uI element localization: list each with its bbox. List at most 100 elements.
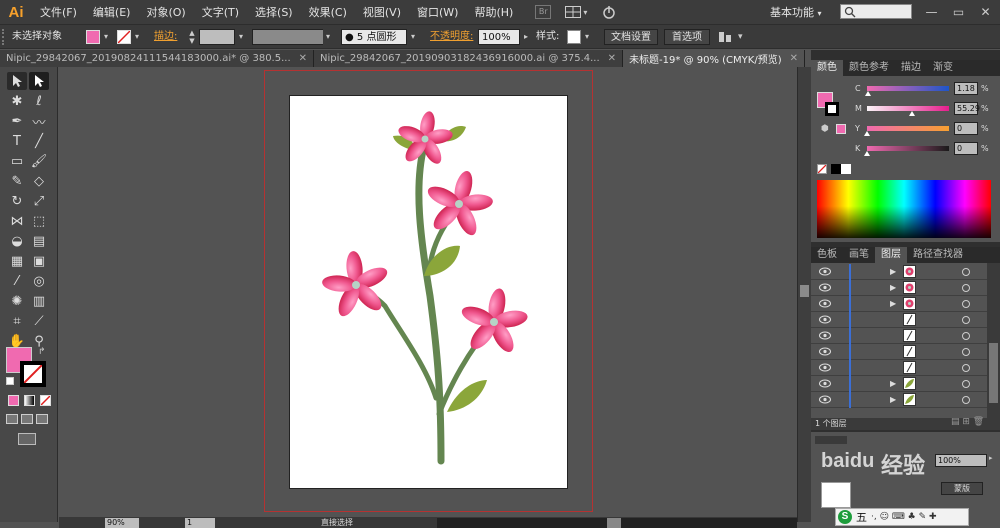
- artboard[interactable]: [289, 95, 568, 489]
- yellow-value[interactable]: 0: [954, 122, 978, 135]
- panel-tab-stub[interactable]: [815, 436, 847, 444]
- opacity-value-field[interactable]: 100%: [935, 454, 987, 467]
- color-spectrum[interactable]: [817, 180, 991, 238]
- layer-row[interactable]: ▶: [811, 376, 989, 392]
- pencil-tool-icon[interactable]: ✎: [7, 172, 27, 190]
- stroke-weight-stepper[interactable]: ▲ ▼: [186, 29, 198, 45]
- align-icon[interactable]: [718, 29, 732, 45]
- menu-view[interactable]: 视图(V): [355, 4, 409, 20]
- stroke-color-box[interactable]: [20, 361, 46, 387]
- magenta-slider-knob[interactable]: [909, 111, 916, 116]
- minimize-button[interactable]: —: [918, 0, 945, 24]
- lasso-icon[interactable]: ℓ: [29, 92, 49, 110]
- bridge-button[interactable]: Br: [535, 5, 552, 19]
- scroll-thumb[interactable]: [800, 285, 809, 297]
- magenta-value[interactable]: 55.29: [954, 102, 980, 115]
- layers-scrollbar[interactable]: [987, 263, 1000, 418]
- visibility-eye-icon[interactable]: [819, 379, 831, 388]
- expand-arrow-icon[interactable]: ▶: [890, 299, 896, 308]
- restore-button[interactable]: ▭: [945, 0, 972, 24]
- opacity-field[interactable]: 100%: [478, 29, 520, 45]
- panel-menu-icon[interactable]: ▾: [738, 29, 743, 45]
- none-mode-button[interactable]: [40, 395, 51, 406]
- gradient-mode-button[interactable]: [24, 395, 35, 406]
- ime-tool-icons[interactable]: ·, ☺ ⌨ ♣ ✎ ✚: [871, 512, 937, 522]
- style-swatch[interactable]: [567, 30, 581, 44]
- expand-arrow-icon[interactable]: ▶: [890, 395, 896, 404]
- type-tool-icon[interactable]: T: [7, 132, 27, 150]
- target-circle-icon[interactable]: [962, 364, 970, 372]
- tab-layers[interactable]: 图层: [875, 247, 907, 263]
- tab-gradient[interactable]: 渐变: [927, 60, 959, 76]
- brush-definition[interactable]: ● 5 点圆形: [341, 29, 407, 45]
- curvature-tool-icon[interactable]: 〰: [29, 112, 49, 131]
- eyedropper-icon[interactable]: ⁄: [7, 272, 27, 290]
- target-circle-icon[interactable]: [962, 380, 970, 388]
- zoom-field[interactable]: 90%: [105, 518, 139, 528]
- cyan-slider-knob[interactable]: [864, 91, 871, 96]
- tab-document-2[interactable]: Nipic_29842067_20190903182436916000.ai @…: [314, 50, 624, 67]
- visibility-eye-icon[interactable]: [819, 299, 831, 308]
- style-dropdown[interactable]: ▾: [582, 29, 592, 45]
- layer-row[interactable]: [811, 360, 989, 376]
- paintbrush-icon[interactable]: 🖌︎: [29, 152, 49, 170]
- width-tool-icon[interactable]: ⋈: [7, 212, 27, 230]
- tab-document-active[interactable]: 未标题-19* @ 90% (CMYK/预览) ✕: [623, 50, 805, 67]
- menu-file[interactable]: 文件(F): [32, 4, 85, 20]
- out-of-web-swatch[interactable]: [836, 124, 846, 134]
- target-circle-icon[interactable]: [962, 268, 970, 276]
- column-graph-icon[interactable]: ▥: [29, 292, 49, 310]
- stroke-dropdown[interactable]: ▾: [132, 29, 142, 45]
- visibility-eye-icon[interactable]: [819, 283, 831, 292]
- ime-toolbar[interactable]: S 五 ·, ☺ ⌨ ♣ ✎ ✚: [835, 508, 969, 526]
- search-input[interactable]: [840, 4, 912, 19]
- layer-actions[interactable]: ▤ ⊞ 🗑︎: [951, 417, 984, 427]
- tab-pathfinder[interactable]: 路径查找器: [907, 247, 969, 263]
- flower-artwork[interactable]: [290, 96, 569, 490]
- expand-arrow-icon[interactable]: ▶: [890, 379, 896, 388]
- rectangle-tool-icon[interactable]: ▭: [7, 152, 27, 170]
- none-swatch[interactable]: [817, 164, 827, 174]
- menu-object[interactable]: 对象(O): [138, 4, 193, 20]
- tab-document-1[interactable]: Nipic_29842067_20190824111544183000.ai* …: [0, 50, 315, 67]
- visibility-eye-icon[interactable]: [819, 267, 831, 276]
- tab-brushes[interactable]: 画笔: [843, 247, 875, 263]
- expand-arrow-icon[interactable]: ▶: [890, 267, 896, 276]
- layers-scroll-thumb[interactable]: [989, 343, 998, 403]
- mask-button[interactable]: 蒙版: [941, 482, 983, 495]
- menu-select[interactable]: 选择(S): [247, 4, 301, 20]
- visibility-eye-icon[interactable]: [819, 363, 831, 372]
- free-transform-icon[interactable]: ⬚: [29, 212, 49, 230]
- target-circle-icon[interactable]: [962, 316, 970, 324]
- close-button[interactable]: ✕: [972, 0, 999, 24]
- panel-stroke-swatch[interactable]: [825, 102, 839, 116]
- screen-mode-icon[interactable]: [18, 433, 36, 445]
- menu-edit[interactable]: 编辑(E): [85, 4, 139, 20]
- visibility-eye-icon[interactable]: [819, 331, 831, 340]
- black-slider-knob[interactable]: [864, 151, 870, 156]
- yellow-slider[interactable]: [867, 126, 949, 131]
- layer-row[interactable]: [811, 344, 989, 360]
- gradient-tool-icon[interactable]: ▣: [29, 252, 49, 270]
- fill-dropdown[interactable]: ▾: [101, 29, 111, 45]
- tab-stroke[interactable]: 描边: [895, 60, 927, 76]
- stroke-label[interactable]: 描边:: [154, 29, 177, 45]
- shape-builder-icon[interactable]: ◒: [7, 232, 27, 250]
- layer-row[interactable]: [811, 328, 989, 344]
- selection-tool-icon[interactable]: [7, 72, 27, 90]
- variable-width-profile[interactable]: [252, 29, 332, 45]
- opacity-label[interactable]: 不透明度:: [430, 29, 473, 45]
- opacity-arrow[interactable]: ▸: [989, 454, 995, 462]
- target-circle-icon[interactable]: [962, 300, 970, 308]
- hscroll-thumb[interactable]: [607, 518, 621, 528]
- stroke-swatch[interactable]: [117, 30, 131, 44]
- tab-color-guide[interactable]: 颜色参考: [843, 60, 895, 76]
- document-setup-button[interactable]: 文档设置: [604, 29, 658, 45]
- tab-color[interactable]: 颜色: [811, 60, 843, 76]
- layer-row[interactable]: [811, 312, 989, 328]
- close-icon[interactable]: ✕: [790, 53, 798, 64]
- target-circle-icon[interactable]: [962, 396, 970, 404]
- pen-tool-icon[interactable]: ✒: [7, 112, 27, 130]
- layer-row[interactable]: ▶: [811, 264, 989, 280]
- cyan-value[interactable]: 1.18: [954, 82, 978, 95]
